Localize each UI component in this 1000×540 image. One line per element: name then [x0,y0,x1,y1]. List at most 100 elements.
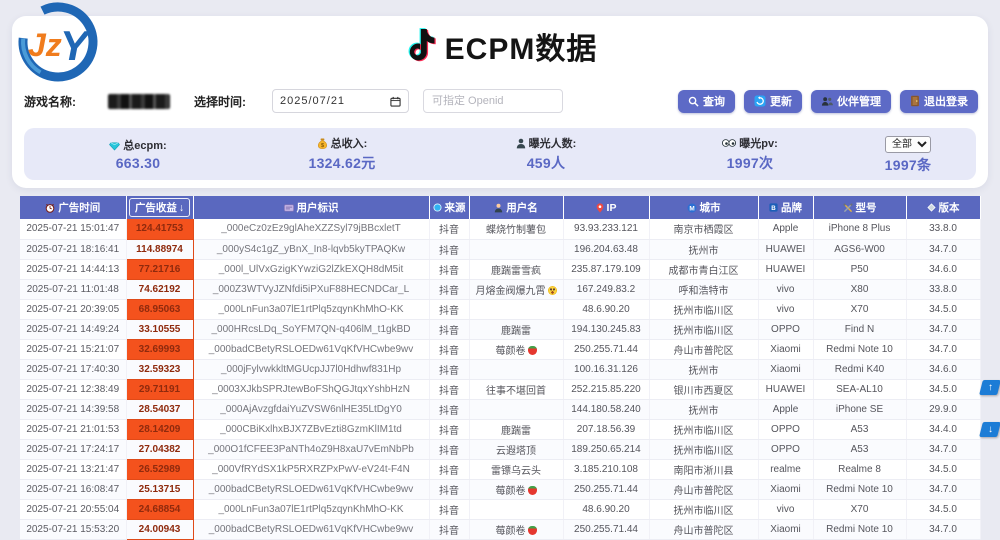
table-row: 2025-07-21 20:39:0568.95063_000LnFun3a07… [20,299,980,319]
cell-ip: 194.130.245.83 [563,319,649,339]
cell-ip: 250.255.71.44 [563,519,649,539]
version-diamond-icon [927,203,936,212]
cell-source: 抖音 [429,439,469,459]
cell-ip: 48.6.90.20 [563,299,649,319]
strawberry-emoji [528,486,537,495]
table-row: 2025-07-21 20:55:0424.68854_000LnFun3a07… [20,499,980,519]
table-row: 2025-07-21 12:38:4929.71191_0003XJkbSPRJ… [20,379,980,399]
table-row: 2025-07-21 18:16:41114.88974_000yS4c1gZ_… [20,239,980,259]
logout-button[interactable]: 退出登录 [900,90,978,113]
cell-revenue: 26.52989 [126,459,193,479]
col-version: 版本 [906,196,980,219]
cell-username [469,499,563,519]
filter-select[interactable]: 全部 [885,136,931,153]
cell-city: 抚州市临川区 [649,419,758,439]
query-form: 游戏名称: 选择时间: 2025/07/21 查询 [24,88,978,114]
cell-openid: _000Z3WTVyJZNfdi5iPXuF88HECNDCar_L [193,279,429,299]
cell-city: 南阳市淅川县 [649,459,758,479]
tools-icon [843,203,853,213]
total-count-value: 1997条 [852,155,964,175]
partner-manage-button[interactable]: 伙伴管理 [811,90,891,113]
cell-city: 舟山市普陀区 [649,519,758,539]
cell-time: 2025-07-21 14:39:58 [20,399,126,419]
cell-source: 抖音 [429,299,469,319]
col-ad-revenue: 广告收益↓ [126,196,193,219]
cell-username [469,359,563,379]
table-row: 2025-07-21 15:53:2024.00943_000badCBetyR… [20,519,980,539]
cell-username: 莓颜卷 [469,479,563,499]
cell-source: 抖音 [429,519,469,539]
scroll-up-float-button[interactable]: ↑ [979,380,1000,395]
cell-model: Redmi Note 10 [813,519,906,539]
cell-brand: Xiaomi [758,479,813,499]
refresh-button[interactable]: 更新 [744,90,802,113]
col-model: 型号 [813,196,906,219]
cell-brand: OPPO [758,319,813,339]
date-picker[interactable]: 2025/07/21 [272,89,409,113]
cell-ip: 100.16.31.126 [563,359,649,379]
cell-time: 2025-07-21 14:49:24 [20,319,126,339]
cell-time: 2025-07-21 17:24:17 [20,439,126,459]
stats-bar: 总ecpm: 663.30 $ 总收入: 1324.62元 曝光人数 [24,128,976,180]
cell-brand: realme [758,459,813,479]
cell-model: X70 [813,299,906,319]
cell-username: 雷镖乌云头 [469,459,563,479]
cell-model: AGS6-W00 [813,239,906,259]
col-ad-time: 广告时间 [20,196,126,219]
cell-openid: _000l_UlVxGzigKYwziG2lZkEXQH8dM5it [193,259,429,279]
cell-source: 抖音 [429,499,469,519]
cell-ip: 167.249.83.2 [563,279,649,299]
cell-ip: 189.250.65.214 [563,439,649,459]
svg-text:Y: Y [60,22,92,69]
cell-version: 34.6.0 [906,359,980,379]
cell-version: 34.7.0 [906,319,980,339]
cell-brand: vivo [758,299,813,319]
svg-text:$: $ [321,142,324,148]
cell-brand: Xiaomi [758,339,813,359]
cell-city: 抚州市临川区 [649,439,758,459]
cell-source: 抖音 [429,259,469,279]
stat-total-ecpm: 总ecpm: 663.30 [36,137,240,171]
cell-version: 29.9.0 [906,399,980,419]
cell-revenue: 124.41753 [126,219,193,239]
col-source: 来源 [429,196,469,219]
cell-model: iPhone SE [813,399,906,419]
cell-source: 抖音 [429,319,469,339]
username-icon [494,203,503,213]
cell-username: 鹿踹雷 [469,319,563,339]
cell-openid: _000HRcsLDq_SoYFM7QN-q406lM_t1gkBD [193,319,429,339]
openid-input[interactable] [423,89,563,113]
cell-ip: 207.18.56.39 [563,419,649,439]
cell-openid: _0003XJkbSPRJtewBoFShQGJtqxYshbHzN [193,379,429,399]
cell-time: 2025-07-21 18:16:41 [20,239,126,259]
cell-model: Redmi K40 [813,359,906,379]
cell-brand: OPPO [758,419,813,439]
cell-revenue: 33.10555 [126,319,193,339]
cell-ip: 48.6.90.20 [563,499,649,519]
cell-username: 莓颜卷 [469,519,563,539]
partners-icon [821,96,833,107]
cell-source: 抖音 [429,339,469,359]
cell-model: Redmi Note 10 [813,339,906,359]
cell-revenue: 114.88974 [126,239,193,259]
cell-version: 34.5.0 [906,459,980,479]
cell-openid: _000eCz0zEz9glAheXZZSyl79jBBcxletT [193,219,429,239]
pin-icon [596,203,604,213]
col-username: 用户名 [469,196,563,219]
cell-model: X70 [813,499,906,519]
money-bag-icon: $ [317,138,328,149]
cell-username: 莓颜卷 [469,339,563,359]
table-row: 2025-07-21 21:01:5328.14209_000CBiKxlhxB… [20,419,980,439]
search-button[interactable]: 查询 [678,90,735,113]
cell-openid: _000yS4c1gZ_yBnX_In8-lqvb5kyTPAQKw [193,239,429,259]
scroll-down-float-button[interactable]: ↓ [979,422,1000,437]
cell-model: iPhone 8 Plus [813,219,906,239]
cell-model: A53 [813,439,906,459]
cell-brand: HUAWEI [758,379,813,399]
sort-revenue-button[interactable]: 广告收益↓ [129,198,190,217]
record-filter: 全部 1997条 [852,134,964,175]
brand-b-icon: B [769,203,778,212]
cell-openid: _000badCBetyRSLOEDw61VqKfVHCwbe9wv [193,479,429,499]
cell-revenue: 24.00943 [126,519,193,539]
cell-model: Find N [813,319,906,339]
